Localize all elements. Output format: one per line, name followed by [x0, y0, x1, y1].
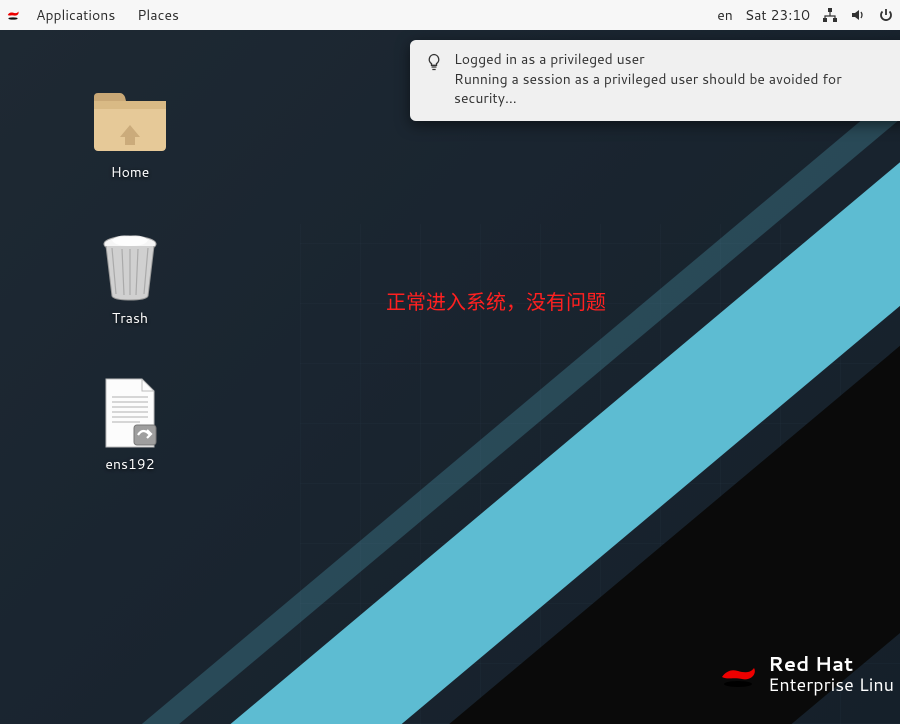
- notification-text: Logged in as a privileged user Running a…: [454, 50, 896, 109]
- top-panel: Applications Places en Sat 23:10: [0, 0, 900, 30]
- trash-icon: [90, 232, 170, 302]
- product-name: Enterprise Linu: [768, 675, 894, 694]
- desktop-icon-trash[interactable]: Trash: [80, 232, 180, 328]
- redhat-logo: Red Hat Enterprise Linu: [718, 654, 894, 694]
- notification-popup[interactable]: Logged in as a privileged user Running a…: [410, 40, 900, 121]
- places-menu[interactable]: Places: [127, 0, 189, 30]
- power-icon[interactable]: [878, 7, 894, 23]
- panel-left: Applications Places: [6, 0, 189, 30]
- desktop[interactable]: Home Trash: [0, 30, 900, 724]
- folder-home-icon: [90, 86, 170, 156]
- input-method-indicator[interactable]: en: [717, 5, 733, 25]
- applications-menu[interactable]: Applications: [26, 0, 125, 30]
- desktop-icon-ens192[interactable]: ens192: [80, 378, 180, 474]
- volume-icon[interactable]: [850, 7, 866, 23]
- clock[interactable]: Sat 23:10: [745, 5, 810, 25]
- notification-body: Running a session as a privileged user s…: [454, 70, 896, 109]
- file-shortcut-icon: [90, 378, 170, 448]
- desktop-icon-label: ens192: [105, 454, 154, 474]
- fedora-icon: [6, 8, 20, 22]
- redhat-text: Red Hat Enterprise Linu: [768, 654, 894, 694]
- lightbulb-icon: [424, 52, 444, 72]
- redhat-hat-icon: [718, 659, 758, 689]
- desktop-icon-label: Home: [111, 162, 150, 182]
- desktop-icon-label: Trash: [112, 308, 148, 328]
- desktop-icon-home[interactable]: Home: [80, 86, 180, 182]
- annotation-text: 正常进入系统，没有问题: [386, 286, 606, 315]
- panel-right: en Sat 23:10: [717, 5, 894, 25]
- network-icon[interactable]: [822, 7, 838, 23]
- notification-title: Logged in as a privileged user: [454, 50, 896, 70]
